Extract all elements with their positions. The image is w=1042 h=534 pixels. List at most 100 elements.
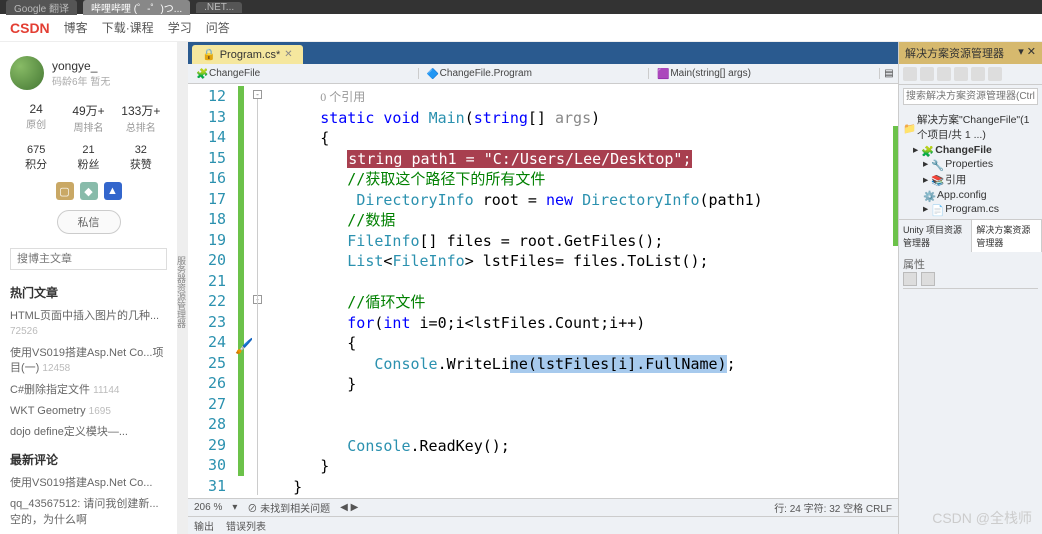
cs-file-icon: 📄 [931, 204, 942, 215]
editor-status-bar: 206 % ▾ ⊘ 未找到相关问题 ◀ ▶ 行: 24 字符: 32 空格 CR… [188, 498, 898, 516]
browser-tab[interactable]: Google 翻译 [6, 0, 77, 15]
breadcrumb-bar: 🧩ChangeFile 🔷ChangeFile.Program 🟪Main(st… [188, 64, 898, 84]
tree-programcs[interactable]: ▸ 📄Program.cs [903, 202, 1038, 216]
hot-article[interactable]: WKT Geometry 1695 [10, 404, 167, 419]
config-icon: ⚙️ [923, 190, 934, 201]
solution-tree[interactable]: 📁解决方案"ChangeFile"(1 个项目/共 1 ...) ▸ 🧩Chan… [899, 108, 1042, 219]
breadcrumb-class[interactable]: 🔷ChangeFile.Program [419, 68, 650, 79]
stat-lbl: 粉丝 [62, 156, 114, 172]
badge-row: ▢ ◆ ▲ [10, 182, 167, 200]
codelens-refs[interactable]: 0 个引用 [320, 90, 365, 104]
browser-tab-strip: Google 翻译 哔哩哔哩 (゜-゜)つ... .NET... [0, 0, 1042, 14]
nav-qa[interactable]: 问答 [206, 19, 230, 36]
change-indicator [238, 86, 244, 476]
bottom-tool-tabs: 输出 错误列表 [188, 516, 898, 534]
code-editor[interactable]: 1213141516171819202122232425262728293031… [188, 84, 898, 498]
csdn-header: CSDN 博客 下载·课程 学习 问答 [0, 14, 1042, 42]
private-message-button[interactable]: 私信 [57, 210, 121, 234]
categorize-icon[interactable] [903, 272, 917, 286]
solution-icon: 📁 [903, 122, 914, 133]
caret-position: 行: 24 字符: 32 空格 CRLF [774, 500, 892, 515]
server-explorer-strip[interactable]: 服务器资源管理器 [178, 42, 188, 534]
hot-article[interactable]: dojo define定义模块—... [10, 425, 167, 440]
avatar[interactable] [10, 56, 44, 90]
unity-explorer-tab[interactable]: Unity 项目资源管理器 [899, 220, 972, 252]
browser-tab[interactable]: 哔哩哔哩 (゜-゜)つ... [83, 0, 190, 15]
stat-num: 133万+ [115, 102, 167, 119]
hot-article[interactable]: HTML页面中插入图片的几种... 72526 [10, 309, 167, 340]
file-tab-label: Program.cs* [220, 49, 281, 61]
stat-lbl: 周排名 [62, 119, 114, 134]
solution-search-input[interactable] [903, 88, 1038, 105]
tree-references[interactable]: ▸ 📚引用 [903, 171, 1038, 188]
show-all-icon[interactable] [954, 67, 968, 81]
nav-learn[interactable]: 学习 [168, 19, 192, 36]
stat-num: 32 [115, 144, 167, 156]
file-tab-bar: 🔒 Program.cs* ✕ [188, 42, 898, 64]
dropdown-icon[interactable]: ▾ ✕ [1018, 45, 1036, 61]
solution-explorer-tab[interactable]: 解决方案资源管理器 [972, 220, 1042, 252]
stat-lbl: 总排名 [115, 119, 167, 134]
stat-num: 49万+ [62, 102, 114, 119]
tree-solution[interactable]: 📁解决方案"ChangeFile"(1 个项目/共 1 ...) [903, 111, 1038, 143]
solution-explorer: 解决方案资源管理器▾ ✕ 📁解决方案"ChangeFile"(1 个项目/共 1… [898, 42, 1042, 534]
properties-title: 属性 [903, 256, 1038, 272]
issues-indicator[interactable]: ⊘ 未找到相关问题 [247, 500, 330, 515]
tree-appconfig[interactable]: ⚙️App.config [903, 188, 1038, 202]
solution-explorer-title: 解决方案资源管理器▾ ✕ [899, 42, 1042, 64]
code-body[interactable]: 0 个引用 static void Main(string[] args) { … [266, 84, 898, 498]
solution-toolbar [899, 64, 1042, 85]
comment-item[interactable]: 使用VS019搭建Asp.Net Co... [10, 476, 167, 491]
comment-item[interactable]: qq_43567512: 请问我创建新...空的，为什么啊 [10, 497, 167, 528]
stat-num: 24 [10, 102, 62, 116]
nav-download[interactable]: 下载·课程 [102, 19, 154, 36]
zoom-level[interactable]: 206 % [194, 502, 222, 513]
stat-num: 21 [62, 144, 114, 156]
split-icon[interactable]: ▤ [880, 68, 898, 79]
comments-title: 最新评论 [10, 451, 167, 468]
lock-icon: 🔒 [202, 48, 216, 61]
marker-strip: 🖌️ [232, 84, 252, 498]
tree-project[interactable]: ▸ 🧩ChangeFile [903, 143, 1038, 157]
badge-icon[interactable]: ▲ [104, 182, 122, 200]
search-blog-input[interactable] [10, 248, 167, 270]
hot-article[interactable]: 使用VS019搭建Asp.Net Co...项目(一) 12458 [10, 346, 167, 377]
csproj-icon: 🧩 [921, 145, 932, 156]
change-indicator-right [893, 126, 898, 246]
badge-icon[interactable]: ▢ [56, 182, 74, 200]
profile-age: 码龄6年 [52, 77, 88, 88]
tree-properties[interactable]: ▸ 🔧Properties [903, 157, 1038, 171]
csdn-sidebar: yongye_ 码龄6年 暂无 24原创 49万+周排名 133万+总排名 67… [0, 42, 178, 534]
profile-badge: 暂无 [90, 77, 110, 88]
browser-tab[interactable]: .NET... [196, 2, 242, 13]
file-tab[interactable]: 🔒 Program.cs* ✕ [192, 45, 303, 64]
error-list-tab[interactable]: 错误列表 [226, 518, 266, 533]
stat-lbl: 积分 [10, 156, 62, 172]
csharp-icon: 🧩 [196, 69, 206, 79]
stat-lbl: 原创 [10, 116, 62, 131]
home-icon[interactable] [903, 67, 917, 81]
class-icon: 🔷 [427, 69, 437, 79]
refresh-icon[interactable] [920, 67, 934, 81]
breadcrumb-project[interactable]: 🧩ChangeFile [188, 68, 419, 79]
quick-action-icon[interactable]: 🖌️ [235, 336, 254, 357]
properties-icon[interactable] [971, 67, 985, 81]
nav-blog[interactable]: 博客 [64, 19, 88, 36]
properties-panel: 属性 [899, 252, 1042, 534]
fold-toggle[interactable]: - [253, 90, 262, 99]
profile-name[interactable]: yongye_ [52, 59, 110, 73]
preview-icon[interactable] [988, 67, 1002, 81]
method-icon: 🟪 [657, 69, 667, 79]
close-icon[interactable]: ✕ [284, 49, 292, 60]
csdn-logo[interactable]: CSDN [10, 20, 50, 36]
breadcrumb-method[interactable]: 🟪Main(string[] args) [649, 68, 880, 79]
references-icon: 📚 [931, 174, 942, 185]
collapse-icon[interactable] [937, 67, 951, 81]
wrench-icon: 🔧 [931, 159, 942, 170]
ide: 服务器资源管理器 🔒 Program.cs* ✕ 🧩ChangeFile 🔷Ch… [178, 42, 1042, 534]
alpha-sort-icon[interactable] [921, 272, 935, 286]
badge-icon[interactable]: ◆ [80, 182, 98, 200]
output-tab[interactable]: 输出 [194, 518, 214, 533]
hot-article[interactable]: C#删除指定文件 11144 [10, 383, 167, 398]
solution-tab-strip: Unity 项目资源管理器 解决方案资源管理器 [899, 219, 1042, 252]
